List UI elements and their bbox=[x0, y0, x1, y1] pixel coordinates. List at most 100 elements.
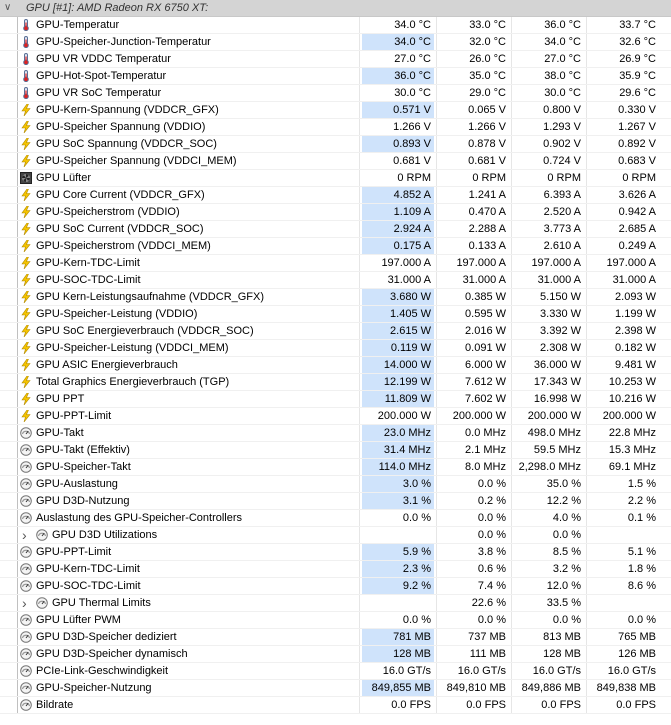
maximum-value: 3.330 W bbox=[540, 308, 581, 320]
sensor-row[interactable]: GPU-Speicher-Junction-Temperatur 34.0 °C 3… bbox=[0, 34, 671, 51]
column-divider bbox=[511, 102, 512, 118]
minimum-value: 0.0 % bbox=[477, 512, 506, 524]
sensor-row[interactable]: PCIe-Link-Geschwindigkeit 16.0 GT/s 16.0 G… bbox=[0, 663, 671, 680]
average-value: 0.0 % bbox=[627, 614, 656, 626]
maximum-value: 30.0 °C bbox=[544, 87, 581, 99]
column-divider bbox=[511, 51, 512, 67]
sensor-row[interactable]: GPU-Speicher-Leistung (VDDIO) 1.405 W 0.59… bbox=[0, 306, 671, 323]
current-value: 31.4 MHz bbox=[362, 442, 434, 458]
column-divider bbox=[436, 578, 437, 594]
sensor-row[interactable]: GPU Lüfter PWM 0.0 % 0.0 % 0.0 % 0.0 % bbox=[0, 612, 671, 629]
sensor-row[interactable]: GPU-Speicherstrom (VDDIO) 1.109 A 0.470 A 2… bbox=[0, 204, 671, 221]
column-divider bbox=[359, 578, 360, 594]
sensor-row[interactable]: GPU-Takt (Effektiv) 31.4 MHz 2.1 MHz 59.5 M… bbox=[0, 442, 671, 459]
collapse-chevron-icon[interactable]: ∨ bbox=[4, 0, 14, 16]
maximum-value: 27.0 °C bbox=[544, 53, 581, 65]
sensor-row[interactable]: GPU-Takt 23.0 MHz 0.0 MHz 498.0 MHz 22.8 MHz bbox=[0, 425, 671, 442]
sensor-row[interactable]: GPU-Speicher Spannung (VDDIO) 1.266 V 1.26… bbox=[0, 119, 671, 136]
column-divider bbox=[511, 544, 512, 560]
sensor-row[interactable]: GPU Lüfter 0 RPM 0 RPM 0 RPM 0 RPM bbox=[0, 170, 671, 187]
column-divider bbox=[586, 595, 587, 611]
sensor-row[interactable]: GPU-Kern-Spannung (VDDCR_GFX) 0.571 V 0.06… bbox=[0, 102, 671, 119]
column-divider bbox=[586, 357, 587, 373]
minimum-value: 8.0 MHz bbox=[465, 461, 506, 473]
sensor-row[interactable]: GPU-Speicher-Takt 114.0 MHz 8.0 MHz 2,298.0… bbox=[0, 459, 671, 476]
sensor-row[interactable]: Bildrate 0.0 FPS 0.0 FPS 0.0 FPS 0.0 FPS bbox=[0, 697, 671, 714]
column-divider bbox=[586, 119, 587, 135]
sensor-group-row[interactable]: › GPU Thermal Limits 22.6 % 33.5 % bbox=[0, 595, 671, 612]
sensor-row[interactable]: GPU-PPT-Limit 200.000 W 200.000 W 200.000 W… bbox=[0, 408, 671, 425]
sensor-row[interactable]: GPU-Temperatur 34.0 °C 33.0 °C 36.0 °C 33.7 … bbox=[0, 17, 671, 34]
sensor-row[interactable]: GPU-Speicher-Nutzung 849,855 MB 849,810 MB… bbox=[0, 680, 671, 697]
sensor-row[interactable]: GPU Core Current (VDDCR_GFX) 4.852 A 1.241… bbox=[0, 187, 671, 204]
average-value bbox=[587, 595, 659, 611]
column-divider bbox=[359, 255, 360, 271]
sensor-row[interactable]: GPU-PPT-Limit 5.9 % 3.8 % 8.5 % 5.1 % bbox=[0, 544, 671, 561]
column-divider bbox=[436, 595, 437, 611]
column-divider bbox=[359, 442, 360, 458]
sensor-row[interactable]: GPU D3D-Speicher dediziert 781 MB 737 MB 81… bbox=[0, 629, 671, 646]
sensor-row[interactable]: GPU-Hot-Spot-Temperatur 36.0 °C 35.0 °C 38.… bbox=[0, 68, 671, 85]
average-value: 200.000 W bbox=[602, 410, 656, 422]
column-divider bbox=[436, 238, 437, 254]
minimum-value: 111 MB bbox=[469, 648, 506, 660]
gauge-icon bbox=[20, 478, 32, 490]
minimum-value: 22.6 % bbox=[471, 597, 506, 609]
average-value: 31.000 A bbox=[612, 274, 656, 286]
current-value: 2.615 W bbox=[362, 323, 434, 339]
column-divider bbox=[511, 391, 512, 407]
sensor-row[interactable]: Total Graphics Energieverbrauch (TGP) 12.… bbox=[0, 374, 671, 391]
sensor-row[interactable]: GPU-Speicher-Leistung (VDDCI_MEM) 0.119 W… bbox=[0, 340, 671, 357]
sensor-row[interactable]: GPU PPT 11.809 W 7.602 W 16.998 W 10.216 W bbox=[0, 391, 671, 408]
sensor-row[interactable]: GPU SoC Spannung (VDDCR_SOC) 0.893 V 0.878… bbox=[0, 136, 671, 153]
column-divider bbox=[511, 306, 512, 322]
lightning-icon bbox=[20, 410, 32, 422]
average-value: 0.892 V bbox=[618, 138, 656, 150]
column-divider bbox=[436, 170, 437, 186]
sensor-row[interactable]: GPU-Speicher Spannung (VDDCI_MEM) 0.681 V… bbox=[0, 153, 671, 170]
sensor-row[interactable]: GPU D3D-Nutzung 3.1 % 0.2 % 12.2 % 2.2 % bbox=[0, 493, 671, 510]
current-value: 5.9 % bbox=[362, 544, 434, 560]
column-divider bbox=[436, 272, 437, 288]
column-divider bbox=[511, 238, 512, 254]
tree-line bbox=[17, 578, 18, 594]
sensor-row[interactable]: GPU-Kern-TDC-Limit 2.3 % 0.6 % 3.2 % 1.8 % bbox=[0, 561, 671, 578]
minimum-value: 2.1 MHz bbox=[465, 444, 506, 456]
column-divider bbox=[586, 238, 587, 254]
maximum-value: 0.902 V bbox=[543, 138, 581, 150]
tree-line bbox=[17, 289, 18, 305]
current-value: 781 MB bbox=[362, 629, 434, 645]
sensor-row[interactable]: GPU VR SoC Temperatur 30.0 °C 29.0 °C 30.0 … bbox=[0, 85, 671, 102]
sensor-row[interactable]: GPU-Speicherstrom (VDDCI_MEM) 0.175 A 0.13… bbox=[0, 238, 671, 255]
tree-line bbox=[17, 323, 18, 339]
column-divider bbox=[511, 697, 512, 713]
gpu-group-header[interactable]: ∨ GPU [#1]: AMD Radeon RX 6750 XT: bbox=[0, 0, 671, 17]
current-value: 3.1 % bbox=[362, 493, 434, 509]
average-value: 0.330 V bbox=[618, 104, 656, 116]
column-divider bbox=[511, 629, 512, 645]
sensor-row[interactable]: GPU VR VDDC Temperatur 27.0 °C 26.0 °C 27.0… bbox=[0, 51, 671, 68]
sensor-row[interactable]: GPU-Auslastung 3.0 % 0.0 % 35.0 % 1.5 % bbox=[0, 476, 671, 493]
sensor-row[interactable]: GPU-SOC-TDC-Limit 9.2 % 7.4 % 12.0 % 8.6 % bbox=[0, 578, 671, 595]
sensor-group-row[interactable]: › GPU D3D Utilizations 0.0 % 0.0 % bbox=[0, 527, 671, 544]
column-divider bbox=[586, 561, 587, 577]
sensor-row[interactable]: GPU-SOC-TDC-Limit 31.000 A 31.000 A 31.000 … bbox=[0, 272, 671, 289]
column-divider bbox=[359, 170, 360, 186]
column-divider bbox=[586, 68, 587, 84]
sensor-row[interactable]: GPU D3D-Speicher dynamisch 128 MB 111 MB 12… bbox=[0, 646, 671, 663]
sensor-row[interactable]: GPU SoC Energieverbrauch (VDDCR_SOC) 2.61… bbox=[0, 323, 671, 340]
column-divider bbox=[359, 272, 360, 288]
minimum-value: 0.470 A bbox=[468, 206, 506, 218]
sensor-row[interactable]: GPU SoC Current (VDDCR_SOC) 2.924 A 2.288 … bbox=[0, 221, 671, 238]
sensor-row[interactable]: GPU-Kern-TDC-Limit 197.000 A 197.000 A 197.… bbox=[0, 255, 671, 272]
tree-line bbox=[17, 510, 18, 526]
sensor-row[interactable]: GPU ASIC Energieverbrauch 14.000 W 6.000 W… bbox=[0, 357, 671, 374]
column-divider bbox=[586, 374, 587, 390]
sensor-row[interactable]: GPU Kern-Leistungsaufnahme (VDDCR_GFX) 3.… bbox=[0, 289, 671, 306]
expand-chevron-icon[interactable]: › bbox=[22, 527, 32, 543]
column-divider bbox=[586, 34, 587, 50]
column-divider bbox=[359, 17, 360, 33]
column-divider bbox=[586, 629, 587, 645]
expand-chevron-icon[interactable]: › bbox=[22, 595, 32, 611]
sensor-row[interactable]: Auslastung des GPU-Speicher-Controllers 0… bbox=[0, 510, 671, 527]
